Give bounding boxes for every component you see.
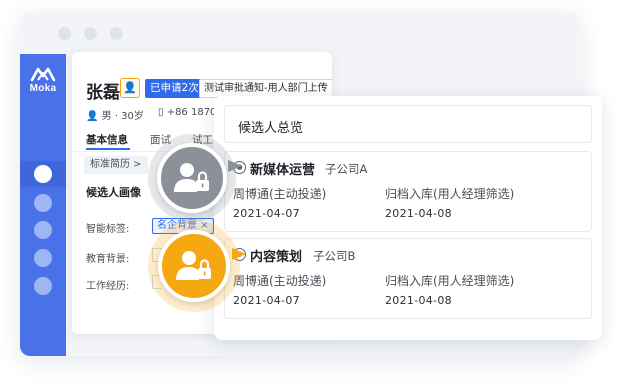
- position-title: 新媒体运营: [250, 163, 316, 178]
- source-date: 2021-04-07: [233, 207, 300, 220]
- phone-icon: ▯: [158, 107, 167, 118]
- active-tab-indicator: [86, 148, 130, 150]
- lock-person-icon: [157, 143, 227, 213]
- status-date: 2021-04-08: [385, 294, 452, 307]
- window-dot: [58, 27, 71, 40]
- locked-candidate-badge-gold: [148, 220, 240, 312]
- source-label: 周博通(主动投递): [233, 187, 327, 201]
- standard-resume-chip[interactable]: 标准简历 >: [84, 156, 148, 174]
- overview-title: 候选人总览: [238, 121, 304, 136]
- source-date: 2021-04-07: [233, 294, 300, 307]
- sidebar-item-4[interactable]: [34, 249, 52, 267]
- logo-text: Moka: [29, 83, 57, 94]
- company-name: 子公司A: [325, 162, 368, 176]
- pointer-arrow: [228, 160, 242, 172]
- work-label: 工作经历:: [86, 281, 130, 292]
- sidebar-item-1[interactable]: [34, 165, 52, 183]
- company-name: 子公司B: [313, 249, 356, 263]
- sidebar: Moka: [20, 54, 66, 356]
- status-label: 归档入库(用人经理筛选): [385, 187, 515, 201]
- application-card[interactable]: ● 内容策划 子公司B 周博通(主动投递) 2021-04-07 归档入库(用人…: [224, 238, 592, 319]
- application-card[interactable]: ● 新媒体运营 子公司A 周博通(主动投递) 2021-04-07 归档入库(用…: [224, 151, 592, 232]
- logo-icon: [30, 67, 56, 82]
- sidebar-item-3[interactable]: [34, 221, 52, 239]
- locked-candidate-badge-gray: [148, 134, 236, 222]
- window-dot: [84, 27, 97, 40]
- sidebar-item-5[interactable]: [34, 277, 52, 295]
- candidate-badge-icon: 👤: [120, 78, 140, 98]
- lock-person-icon: [158, 230, 230, 302]
- candidate-name: 张磊: [86, 83, 120, 103]
- education-label: 教育背景:: [86, 254, 130, 265]
- applied-count-tag: 已申请2次: [145, 79, 204, 98]
- phone: ▯ +86 1870: [158, 107, 217, 118]
- position-title: 内容策划: [250, 250, 303, 265]
- window-dot: [110, 27, 123, 40]
- smart-tag-label: 智能标签:: [86, 224, 130, 235]
- source-label: 周博通(主动投递): [233, 274, 327, 288]
- overview-header: 候选人总览: [224, 105, 592, 143]
- portrait-title: 候选人画像: [86, 186, 141, 199]
- sidebar-item-2[interactable]: [34, 194, 52, 212]
- gender-age: 👤 男 · 30岁: [86, 111, 144, 122]
- window-titlebar: [20, 12, 580, 54]
- person-icon: 👤: [86, 111, 102, 122]
- pointer-arrow: [232, 248, 246, 260]
- status-label: 归档入库(用人经理筛选): [385, 274, 515, 288]
- moka-logo[interactable]: Moka: [26, 66, 60, 94]
- tab-basic-info[interactable]: 基本信息: [86, 132, 128, 147]
- status-date: 2021-04-08: [385, 207, 452, 220]
- candidate-overview-panel: 候选人总览 ● 新媒体运营 子公司A 周博通(主动投递) 2021-04-07 …: [214, 96, 602, 340]
